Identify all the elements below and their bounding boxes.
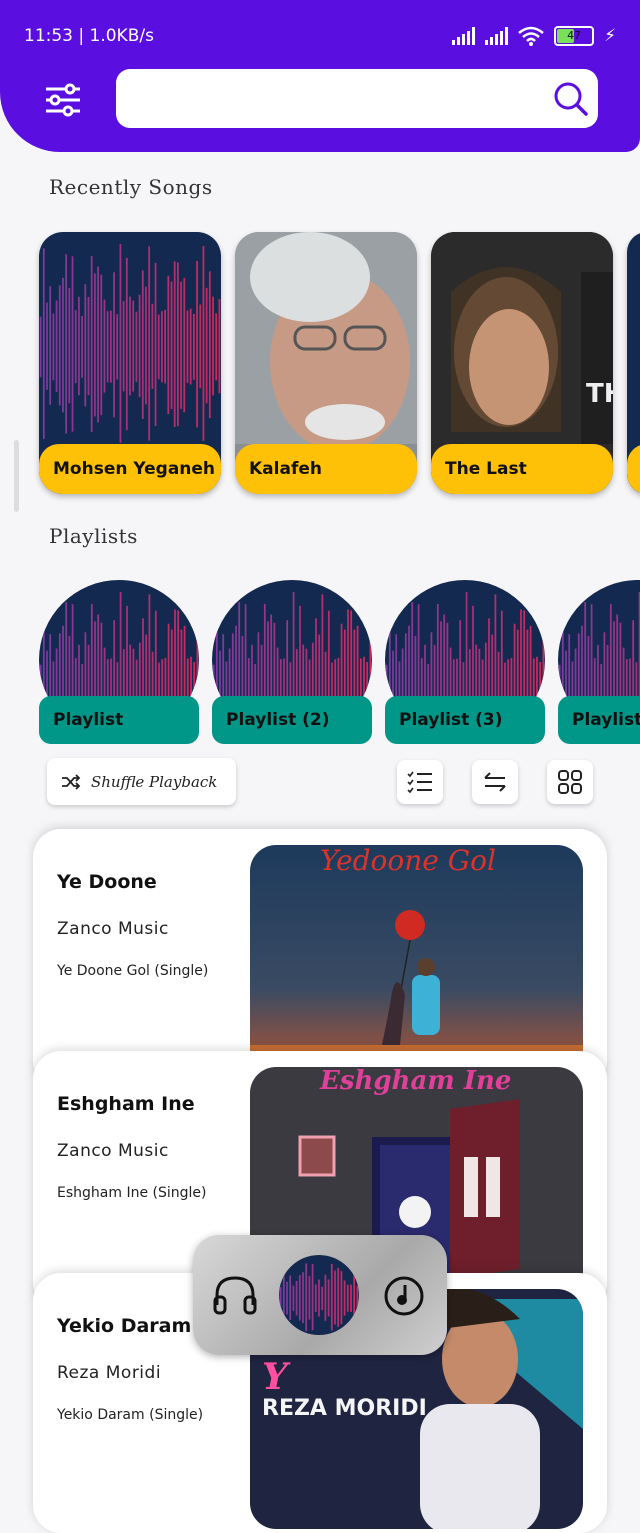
timer-icon[interactable] <box>383 1275 425 1317</box>
album-cover-art: TH <box>431 232 613 444</box>
recent-song-label: Mohsen Yeganeh <box>39 444 221 494</box>
grid-view-button[interactable] <box>547 760 593 804</box>
recent-songs-title: Recently Songs <box>49 175 213 199</box>
status-icons: 47 ⚡ <box>452 26 616 46</box>
battery-icon: 47 <box>554 26 595 46</box>
playlist-label: Playlist (2) <box>212 696 372 744</box>
waveform-art <box>39 244 221 443</box>
artist-photo <box>235 232 417 444</box>
track-title: Eshgham Ine <box>57 1093 195 1115</box>
playlist-card[interactable]: Playlist <box>39 580 199 745</box>
shuffle-playback-button[interactable]: Shuffle Playback <box>47 758 236 805</box>
track-album: Eshgham Ine (Single) <box>57 1185 207 1201</box>
recent-song-label: Kalafeh <box>235 444 417 494</box>
now-playing-disc[interactable] <box>279 1255 359 1335</box>
track-artist: Zanco Music <box>57 1141 169 1161</box>
recent-song-label: The Last <box>431 444 613 494</box>
search-input[interactable] <box>116 69 598 128</box>
status-bar: 11:53 | 1.0KB/s 47 ⚡ <box>24 26 616 50</box>
playlist-card[interactable]: Playlist (2) <box>212 580 372 745</box>
track-cover-art: Yedoone Gol <box>250 845 583 1085</box>
cover-title-text: Yedoone Gol <box>320 845 496 877</box>
track-title: Ye Doone <box>57 871 157 893</box>
sort-button[interactable] <box>472 760 518 804</box>
recent-song-card[interactable]: Kalafeh <box>235 232 417 494</box>
headphones-icon[interactable] <box>213 1275 257 1315</box>
waveform-art <box>279 1261 359 1334</box>
filter-button[interactable] <box>44 82 82 118</box>
list-view-button[interactable] <box>397 760 443 804</box>
playlists-title: Playlists <box>49 524 138 548</box>
signal-icon <box>452 27 476 45</box>
cover-title-text: Eshgham Ine <box>319 1067 511 1096</box>
recent-song-card[interactable]: Mohsen Yeganeh <box>39 232 221 494</box>
playlist-label: Playlist (4) <box>558 696 640 744</box>
swap-arrows-icon <box>484 772 506 792</box>
playlist-card[interactable]: Playlist (3) <box>385 580 545 745</box>
status-time: 11:53 | 1.0KB/s <box>24 26 154 46</box>
grid-icon <box>558 770 582 794</box>
track-card[interactable]: Ye Doone Zanco Music Ye Doone Gol (Singl… <box>33 829 607 1089</box>
track-artist: Zanco Music <box>57 919 169 939</box>
mini-player[interactable] <box>193 1235 447 1355</box>
checklist-icon <box>407 771 432 794</box>
shuffle-icon <box>62 773 81 790</box>
cover-title-text: REZA MORIDI <box>262 1396 427 1421</box>
playlist-label: Playlist (3) <box>385 696 545 744</box>
recent-song-label <box>627 444 640 494</box>
shuffle-label: Shuffle Playback <box>91 772 218 791</box>
svg-text:Y: Y <box>262 1356 291 1398</box>
recent-song-card[interactable] <box>627 232 640 494</box>
track-album: Ye Doone Gol (Single) <box>57 963 209 979</box>
app-header: 11:53 | 1.0KB/s 47 ⚡ <box>0 0 640 152</box>
playlist-label: Playlist <box>39 696 199 744</box>
battery-level: 47 <box>567 29 582 42</box>
signal-icon <box>485 27 509 45</box>
charging-icon: ⚡ <box>604 26 616 46</box>
track-artist: Reza Moridi <box>57 1363 162 1383</box>
track-album: Yekio Daram (Single) <box>57 1407 204 1423</box>
scrollbar-thumb[interactable] <box>14 440 19 512</box>
wifi-icon <box>518 26 544 46</box>
recent-song-card[interactable]: TH The Last <box>431 232 613 494</box>
sliders-icon <box>46 83 80 117</box>
svg-text:TH: TH <box>586 379 613 409</box>
playlist-card[interactable]: Playlist (4) <box>558 580 640 745</box>
search-icon[interactable] <box>552 80 590 118</box>
track-title: Yekio Daram <box>57 1315 192 1337</box>
